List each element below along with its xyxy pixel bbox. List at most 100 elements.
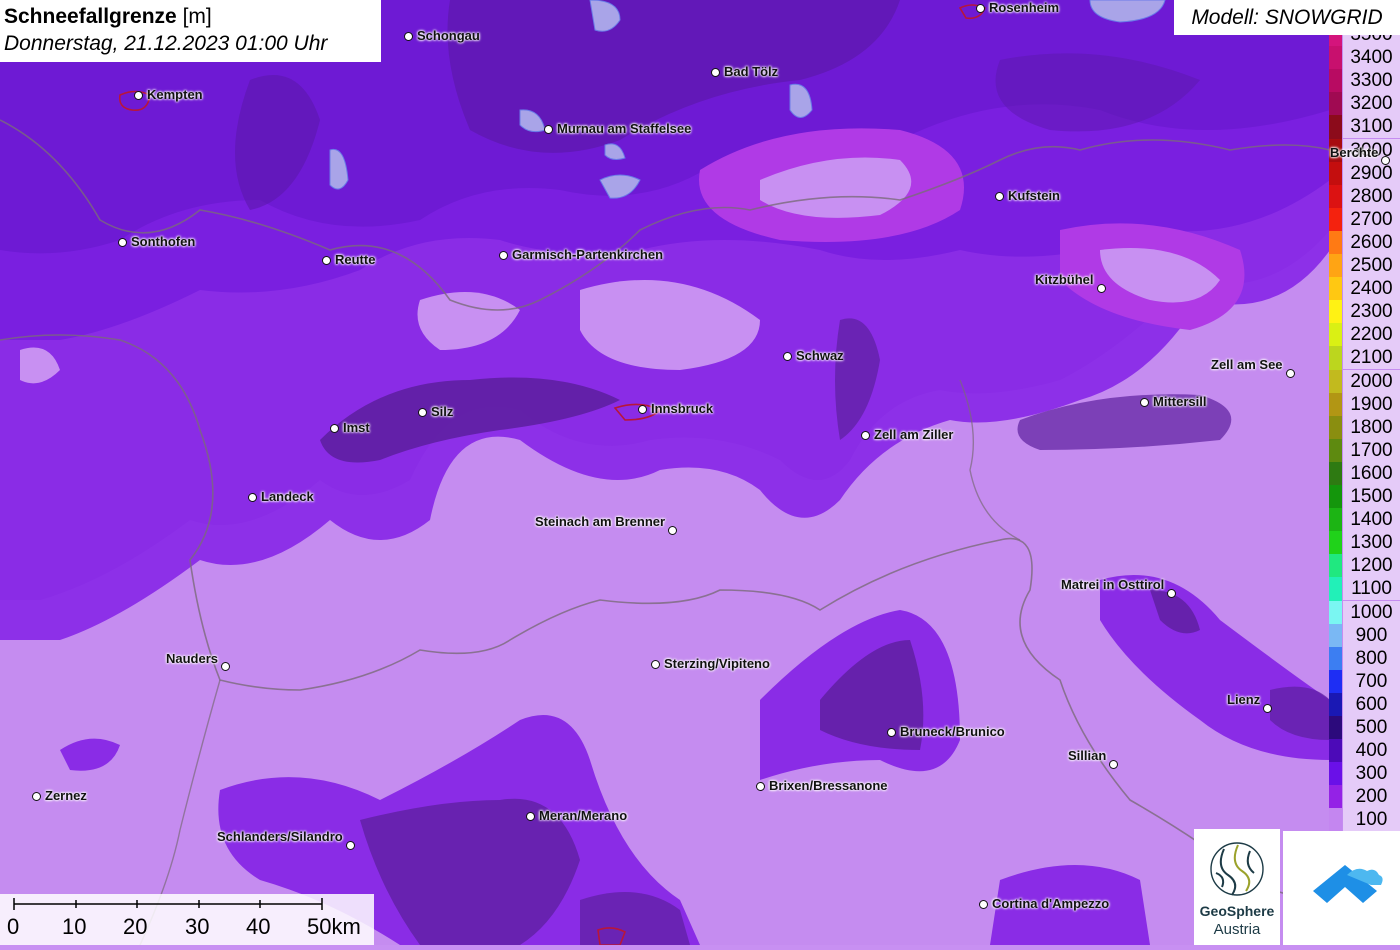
legend-label: 2300 — [1343, 300, 1400, 324]
city-marker-icon[interactable] — [1109, 760, 1118, 769]
city-marker-icon[interactable] — [32, 792, 41, 801]
city-marker-icon[interactable] — [1381, 156, 1390, 165]
geosphere-logo: GeoSphere Austria — [1194, 829, 1280, 945]
city-label: Bad Tölz — [724, 64, 779, 79]
legend-label: 1800 — [1343, 415, 1400, 439]
legend-label: 2900 — [1343, 161, 1400, 185]
city-marker-icon[interactable] — [330, 424, 339, 433]
legend-swatch — [1329, 577, 1342, 601]
legend-swatch — [1329, 438, 1342, 463]
city-label: Cortina d'Ampezzo — [992, 896, 1110, 911]
legend-swatch — [1329, 300, 1342, 324]
legend-swatch — [1329, 69, 1342, 93]
legend-swatch — [1329, 762, 1342, 786]
map-datetime: Donnerstag, 21.12.2023 01:00 Uhr — [4, 32, 328, 55]
legend-label: 3500 — [1343, 35, 1400, 46]
city-marker-icon[interactable] — [783, 352, 792, 361]
geosphere-country: Austria — [1213, 921, 1261, 938]
city-marker-icon[interactable] — [979, 900, 988, 909]
legend-swatch — [1329, 415, 1342, 440]
legend-label: 500 — [1343, 716, 1400, 739]
snowline-map[interactable] — [0, 0, 1400, 945]
legend-label: 3400 — [1343, 46, 1400, 70]
city-marker-icon[interactable] — [544, 125, 553, 134]
city-marker-icon[interactable] — [861, 431, 870, 440]
city-marker-icon[interactable] — [418, 408, 427, 417]
city-marker-icon[interactable] — [322, 256, 331, 265]
city-label: Meran/Merano — [539, 808, 628, 823]
scale-label: 50km — [307, 914, 361, 939]
city-marker-icon[interactable] — [651, 660, 660, 669]
legend-label: 2000 — [1343, 369, 1400, 393]
city-marker-icon[interactable] — [1286, 369, 1295, 378]
city-marker-icon[interactable] — [638, 405, 647, 414]
legend-swatch — [1329, 692, 1342, 717]
city-marker-icon[interactable] — [404, 32, 413, 41]
city-label: Berchte — [1330, 145, 1379, 160]
city-marker-icon[interactable] — [1167, 589, 1176, 598]
legend-swatch — [1329, 785, 1342, 809]
city-label: Zernez — [45, 788, 87, 803]
scale-bar-line — [13, 898, 323, 910]
geosphere-emblem-icon — [1210, 842, 1264, 896]
legend-swatch — [1329, 323, 1342, 347]
city-marker-icon[interactable] — [134, 91, 143, 100]
legend-label: 400 — [1343, 739, 1400, 763]
city-label: Lienz — [1227, 692, 1261, 707]
legend-swatch — [1329, 369, 1342, 394]
title-main: Schneefallgrenze — [4, 5, 177, 28]
city-label: Sterzing/Vipiteno — [664, 656, 770, 671]
city-label: Sillian — [1068, 748, 1107, 763]
city-marker-icon[interactable] — [1097, 284, 1106, 293]
city-marker-icon[interactable] — [248, 493, 257, 502]
legend-swatch — [1329, 392, 1342, 417]
city-label: Zell am See — [1211, 357, 1283, 372]
city-marker-icon[interactable] — [756, 782, 765, 791]
legend-swatch — [1329, 600, 1342, 625]
city-marker-icon[interactable] — [668, 526, 677, 535]
city-marker-icon[interactable] — [499, 251, 508, 260]
legend-swatch — [1329, 808, 1342, 832]
legend-label: 1500 — [1343, 485, 1400, 508]
map-title: Schneefallgrenze [m] — [4, 3, 377, 30]
city-label: Reutte — [335, 252, 376, 267]
title-unit: [m] — [182, 5, 212, 28]
legend-label: 300 — [1343, 762, 1400, 786]
legend-label: 2100 — [1343, 346, 1400, 370]
city-marker-icon[interactable] — [995, 192, 1004, 201]
legend-label: 2600 — [1343, 230, 1400, 254]
city-marker-icon[interactable] — [346, 841, 355, 850]
legend-swatch — [1329, 277, 1342, 301]
legend-swatch — [1329, 254, 1342, 278]
city-label: Schlanders/Silandro — [217, 829, 343, 844]
legend-label: 200 — [1343, 785, 1400, 809]
city-label: Kufstein — [1008, 188, 1060, 203]
legend-label: 2200 — [1343, 323, 1400, 347]
legend-swatch — [1329, 184, 1342, 209]
city-label: Brixen/Bressanone — [769, 778, 888, 793]
legend-label: 1400 — [1343, 508, 1400, 532]
legend-swatch — [1329, 716, 1342, 740]
legend-label: 1000 — [1343, 600, 1400, 624]
city-label: Steinach am Brenner — [535, 514, 666, 529]
legend-label: 3100 — [1343, 115, 1400, 139]
legend-label: 2500 — [1343, 254, 1400, 277]
legend-label: 700 — [1343, 669, 1400, 693]
legend-swatch — [1329, 207, 1342, 232]
legend-label: 2700 — [1343, 207, 1400, 231]
legend-swatch — [1329, 161, 1342, 186]
city-label: Murnau am Staffelsee — [557, 121, 692, 136]
legend-swatch — [1329, 623, 1342, 648]
legend-swatch — [1329, 35, 1342, 47]
city-marker-icon[interactable] — [118, 238, 127, 247]
scale-label: 40 — [246, 914, 271, 939]
city-marker-icon[interactable] — [711, 68, 720, 77]
city-marker-icon[interactable] — [526, 812, 535, 821]
city-marker-icon[interactable] — [1263, 704, 1272, 713]
city-marker-icon[interactable] — [887, 728, 896, 737]
city-marker-icon[interactable] — [976, 4, 985, 13]
city-marker-icon[interactable] — [221, 662, 230, 671]
city-label: Matrei in Osttirol — [1061, 577, 1165, 592]
geosphere-name: GeoSphere — [1199, 903, 1275, 919]
city-marker-icon[interactable] — [1140, 398, 1149, 407]
